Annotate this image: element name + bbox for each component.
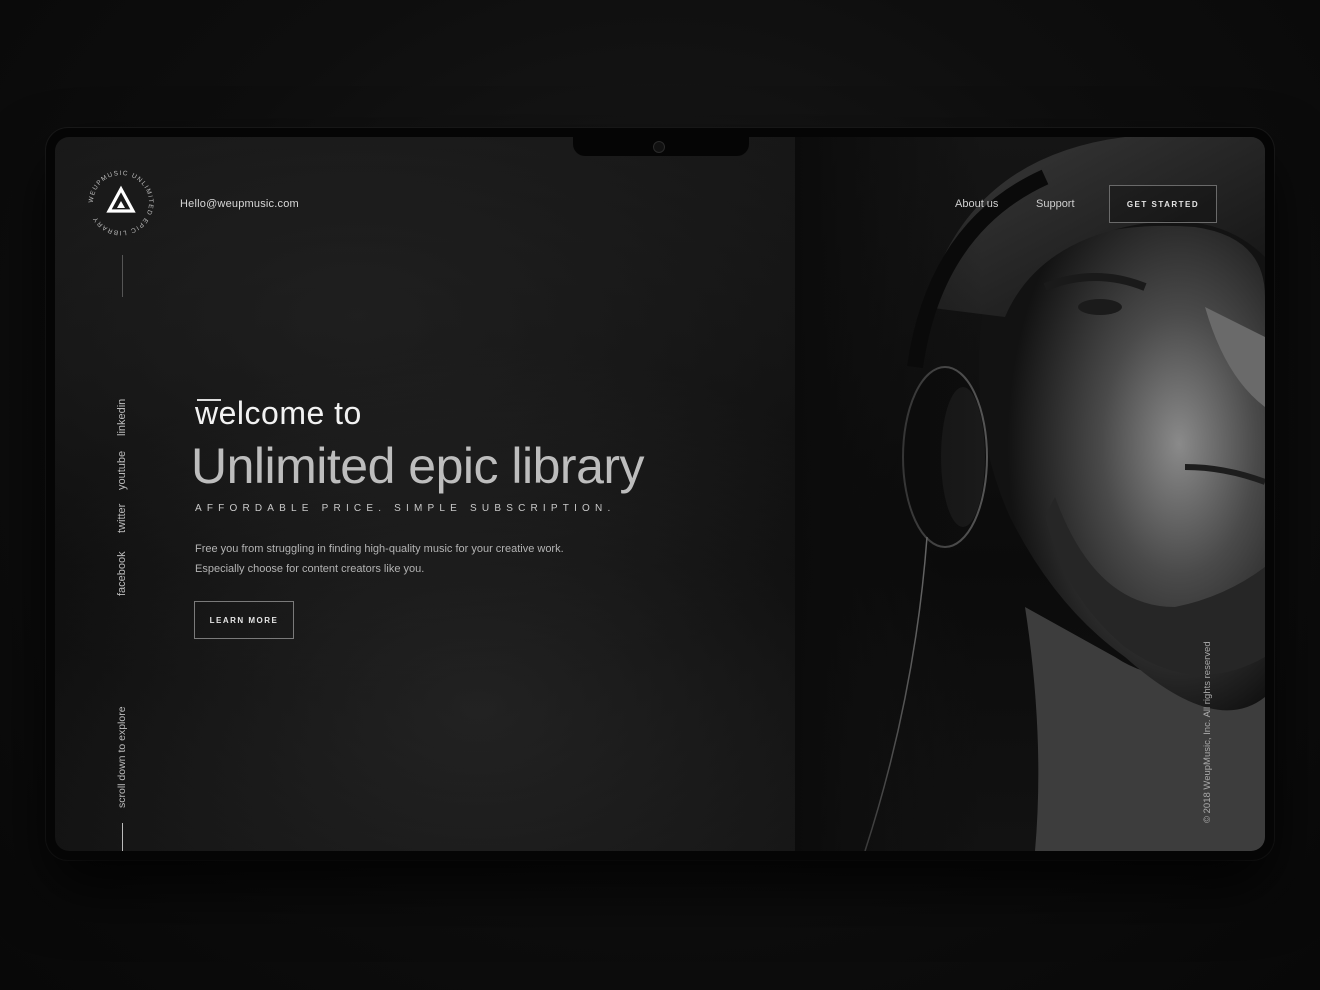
screen: WEUPMUSIC UNLIMITED EPIC LIBRARY Hello@w… — [55, 137, 1265, 851]
hero-description-line-1: Free you from struggling in finding high… — [195, 543, 564, 555]
hero-headline: Unlimited epic library — [191, 438, 645, 494]
social-twitter-link[interactable]: twitter — [116, 504, 128, 533]
welcome-heading: welcome to — [195, 395, 362, 431]
get-started-button[interactable]: GET STARTED — [1109, 185, 1217, 223]
hero-portrait-image — [795, 137, 1265, 851]
camera-notch — [573, 137, 749, 156]
social-facebook-link[interactable]: facebook — [116, 551, 128, 596]
learn-more-button[interactable]: LEARN MORE — [194, 601, 294, 639]
contact-email-link[interactable]: Hello@weupmusic.com — [180, 198, 299, 210]
nav-about-link[interactable]: About us — [955, 198, 998, 210]
social-youtube-link[interactable]: youtube — [116, 451, 128, 490]
copyright-text: © 2018 WeupMusic, Inc. All rights reserv… — [1202, 641, 1213, 823]
social-linkedin-link[interactable]: linkedin — [116, 399, 128, 436]
hero-description: Free you from struggling in finding high… — [195, 539, 625, 579]
laptop-frame: WEUPMUSIC UNLIMITED EPIC LIBRARY Hello@w… — [46, 128, 1274, 860]
hero-tagline: AFFORDABLE PRICE. SIMPLE SUBSCRIPTION. — [195, 503, 616, 514]
logo-divider — [122, 255, 123, 297]
scroll-hint[interactable]: scroll down to explore — [116, 706, 128, 808]
nav-support-link[interactable]: Support — [1036, 198, 1075, 210]
camera-icon — [653, 141, 665, 153]
scroll-indicator-line — [122, 823, 123, 851]
hero-description-line-2: Especially choose for content creators l… — [195, 563, 425, 575]
weupmusic-logo[interactable]: WEUPMUSIC UNLIMITED EPIC LIBRARY — [85, 167, 157, 239]
